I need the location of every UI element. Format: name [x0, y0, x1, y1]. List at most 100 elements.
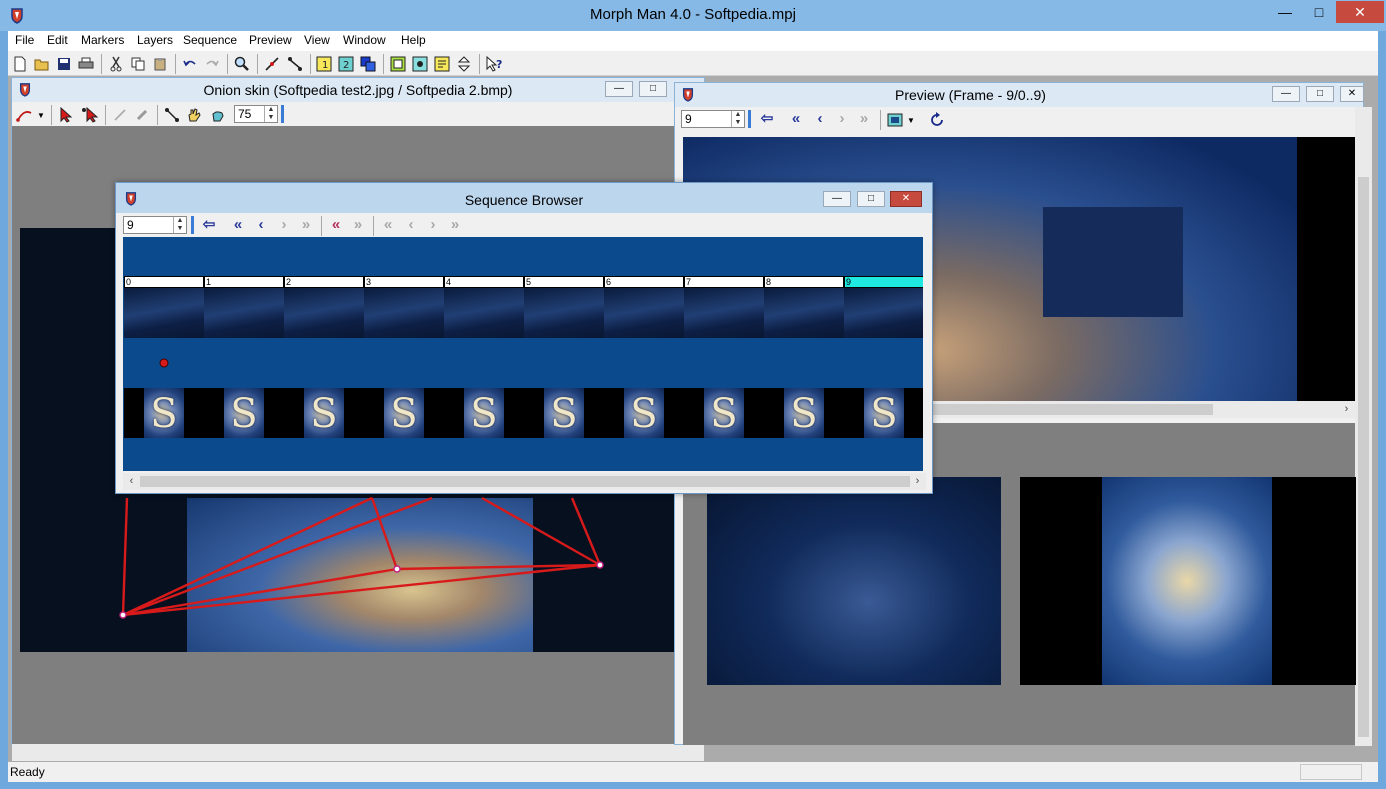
seq-step-prev-icon[interactable]: ‹	[401, 216, 421, 234]
preview-minimize-button[interactable]: —	[1272, 86, 1300, 102]
sequence-slider-handle[interactable]	[191, 216, 194, 234]
menu-preview[interactable]: Preview	[249, 33, 292, 47]
frame-number[interactable]: 1	[204, 276, 284, 288]
display-mode-icon[interactable]	[885, 110, 905, 130]
end-image-icon[interactable]: 2	[336, 54, 356, 74]
frame-thumbnail-end[interactable]: S	[284, 388, 364, 438]
preview-slider-handle[interactable]	[748, 110, 751, 128]
frame-thumbnail-start[interactable]	[604, 288, 684, 338]
paste-icon[interactable]	[150, 54, 170, 74]
context-help-icon[interactable]: ?	[484, 54, 504, 74]
menu-edit[interactable]: Edit	[47, 33, 68, 47]
seq-step-next-icon[interactable]: ›	[423, 216, 443, 234]
frame-thumbnail-end[interactable]: S	[684, 388, 764, 438]
frame-number[interactable]: 9	[844, 276, 923, 288]
frame-thumbnail-end[interactable]: S	[364, 388, 444, 438]
menu-markers[interactable]: Markers	[81, 33, 124, 47]
frame-thumbnail-end[interactable]: S	[764, 388, 844, 438]
sequence-minimize-button[interactable]: —	[823, 191, 851, 207]
frame-thumbnail-start[interactable]	[764, 288, 844, 338]
seq-next-frame-icon[interactable]: ›	[274, 216, 294, 234]
menu-help[interactable]: Help	[401, 33, 426, 47]
minimize-button[interactable]: —	[1270, 1, 1300, 23]
frame-number[interactable]: 7	[684, 276, 764, 288]
frame-number[interactable]: 5	[524, 276, 604, 288]
frame-number[interactable]: 0	[124, 276, 204, 288]
seq-forward-keyframe-icon[interactable]: »	[348, 216, 368, 234]
back-arrow-icon[interactable]: ⇦	[757, 110, 777, 128]
zoom-icon[interactable]	[232, 54, 252, 74]
preview-hscroll-thumb[interactable]	[913, 404, 1213, 415]
keyframe-marker-icon[interactable]	[159, 358, 169, 368]
scroll-right-icon[interactable]: ›	[1338, 401, 1355, 418]
refresh-icon[interactable]	[927, 110, 947, 130]
next-frame-icon[interactable]: ›	[832, 110, 852, 128]
preview-frame-spinner[interactable]: 9 ▲ ▼	[681, 110, 745, 128]
notes-icon[interactable]	[432, 54, 452, 74]
menu-view[interactable]: View	[304, 33, 330, 47]
frame-number[interactable]: 6	[604, 276, 684, 288]
first-frame-icon[interactable]: «	[786, 110, 806, 128]
frame-number[interactable]: 2	[284, 276, 364, 288]
copy-icon[interactable]	[128, 54, 148, 74]
frame-thumbnail-start[interactable]	[364, 288, 444, 338]
print-icon[interactable]	[76, 54, 96, 74]
frame-number[interactable]: 4	[444, 276, 524, 288]
menu-window[interactable]: Window	[343, 33, 386, 47]
sequence-frame-strip[interactable]: 0 S 1 S 2 S 3 S 4 S 5 S 6 S 7 S 8 S 9 S	[123, 237, 923, 471]
save-icon[interactable]	[54, 54, 74, 74]
seq-rewind-keyframe-icon[interactable]: «	[326, 216, 346, 234]
frame-thumbnail-start[interactable]	[524, 288, 604, 338]
new-file-icon[interactable]	[10, 54, 30, 74]
sequence-close-button[interactable]: ✕	[890, 191, 922, 207]
split-view-icon[interactable]	[454, 54, 474, 74]
start-image-icon[interactable]: 1	[314, 54, 334, 74]
menu-layers[interactable]: Layers	[137, 33, 173, 47]
preview-spinner-arrows-icon[interactable]: ▲ ▼	[731, 111, 744, 127]
sequence-maximize-button[interactable]: □	[857, 191, 885, 207]
frame-thumbnail-end[interactable]: S	[124, 388, 204, 438]
frame-thumbnail-end[interactable]: S	[524, 388, 604, 438]
frame-thumbnail-end[interactable]: S	[204, 388, 284, 438]
connect-points-icon[interactable]	[285, 54, 305, 74]
frame-number[interactable]: 8	[764, 276, 844, 288]
last-frame-icon[interactable]: »	[854, 110, 874, 128]
seq-step-last-icon[interactable]: »	[445, 216, 465, 234]
seq-scroll-left-icon[interactable]: ‹	[123, 473, 140, 490]
frame-thumbnail-start[interactable]	[284, 288, 364, 338]
maximize-button[interactable]: □	[1304, 1, 1334, 23]
seq-hscroll-thumb[interactable]	[140, 476, 910, 487]
layers-icon[interactable]	[358, 54, 378, 74]
frame-thumbnail-start[interactable]	[204, 288, 284, 338]
display-mode-dropdown-icon[interactable]: ▼	[905, 110, 917, 130]
onion-skin-icon[interactable]	[388, 54, 408, 74]
seq-last-frame-icon[interactable]: »	[296, 216, 316, 234]
seq-back-arrow-icon[interactable]: ⇦	[199, 216, 219, 234]
sequence-frame-spinner[interactable]: 9 ▲ ▼	[123, 216, 187, 234]
seq-first-frame-icon[interactable]: «	[228, 216, 248, 234]
onion-hscrollbar[interactable]	[12, 744, 704, 761]
frame-thumbnail-start[interactable]	[444, 288, 524, 338]
preview-maximize-button[interactable]: □	[1306, 86, 1334, 102]
redo-icon[interactable]	[202, 54, 222, 74]
sequence-spinner-arrows-icon[interactable]: ▲ ▼	[173, 217, 186, 233]
open-folder-icon[interactable]	[32, 54, 52, 74]
preview-vscroll-thumb[interactable]	[1358, 177, 1369, 737]
frame-thumbnail-end[interactable]: S	[444, 388, 524, 438]
menu-file[interactable]: File	[15, 33, 34, 47]
seq-step-back-icon[interactable]: «	[378, 216, 398, 234]
cut-icon[interactable]	[106, 54, 126, 74]
frame-number[interactable]: 3	[364, 276, 444, 288]
sequence-hscrollbar[interactable]: ‹ ›	[123, 473, 926, 490]
frame-thumbnail-start[interactable]	[844, 288, 923, 338]
close-button[interactable]: ✕	[1336, 1, 1384, 23]
add-line-icon[interactable]	[262, 54, 282, 74]
frame-thumbnail-end[interactable]: S	[844, 388, 923, 438]
preview-window-icon[interactable]	[410, 54, 430, 74]
menu-sequence[interactable]: Sequence	[183, 33, 237, 47]
seq-prev-frame-icon[interactable]: ‹	[251, 216, 271, 234]
frame-thumbnail-start[interactable]	[684, 288, 764, 338]
preview-close-button[interactable]: ✕	[1340, 86, 1364, 102]
seq-scroll-right-icon[interactable]: ›	[909, 473, 926, 490]
undo-icon[interactable]	[180, 54, 200, 74]
